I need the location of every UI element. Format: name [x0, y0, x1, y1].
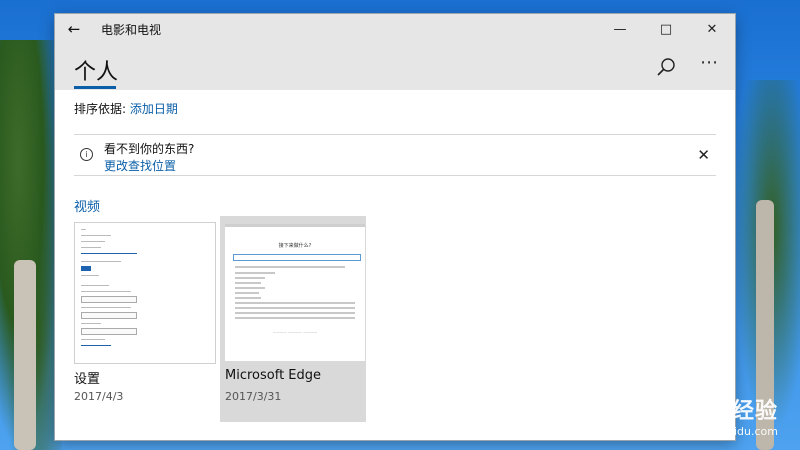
video-tile-settings[interactable]: — 设置 2017/4/3: [74, 216, 220, 422]
video-title: Microsoft Edge: [225, 368, 322, 383]
video-tile-edge[interactable]: 接下来做什么? ———— ———— ———— Microsoft Edge 20…: [220, 216, 366, 422]
info-icon: i: [80, 148, 93, 161]
app-window: ← 电影和电视 — □ ✕ 个人 ⋯ 排序依据: 添加日期 i 看不到你的东西?…: [55, 14, 735, 440]
section-title-videos[interactable]: 视频: [74, 196, 716, 215]
sort-value-link[interactable]: 添加日期: [130, 102, 178, 116]
minimize-icon[interactable]: —: [597, 14, 643, 44]
video-title: 设置: [74, 372, 101, 387]
content-area: 排序依据: 添加日期 i 看不到你的东西? 更改查找位置 ✕ 视频: [55, 100, 735, 215]
maximize-icon[interactable]: □: [643, 14, 689, 44]
window-title: 电影和电视: [101, 22, 162, 37]
sort-row: 排序依据: 添加日期: [74, 100, 716, 120]
video-thumbnail: 接下来做什么? ———— ———— ————: [225, 224, 365, 361]
notice-title: 看不到你的东西?: [104, 142, 195, 156]
more-icon[interactable]: ⋯: [700, 52, 719, 73]
title-bar: ← 电影和电视 — □ ✕: [55, 14, 735, 44]
search-icon[interactable]: [655, 56, 677, 78]
baidu-watermark: Baidu经验 jingyan.baidu.com: [656, 393, 778, 438]
close-icon[interactable]: ✕: [689, 14, 735, 44]
notice-close-icon[interactable]: ✕: [697, 146, 710, 164]
desktop-trunk-left: [14, 260, 36, 450]
page-title: 个人: [74, 60, 119, 85]
video-thumbnail: —: [74, 222, 216, 364]
video-date: 2017/3/31: [225, 390, 282, 403]
back-arrow-icon[interactable]: ←: [55, 14, 93, 44]
notice-bar: i 看不到你的东西? 更改查找位置 ✕: [74, 134, 716, 176]
watermark-sub: jingyan.baidu.com: [676, 425, 778, 438]
sort-label: 排序依据:: [74, 102, 127, 116]
change-location-link[interactable]: 更改查找位置: [104, 157, 176, 174]
video-date: 2017/4/3: [74, 390, 124, 403]
page-header: 个人 ⋯: [55, 44, 735, 90]
title-underline: [74, 86, 116, 89]
watermark-main: Baidu经验: [656, 399, 778, 424]
